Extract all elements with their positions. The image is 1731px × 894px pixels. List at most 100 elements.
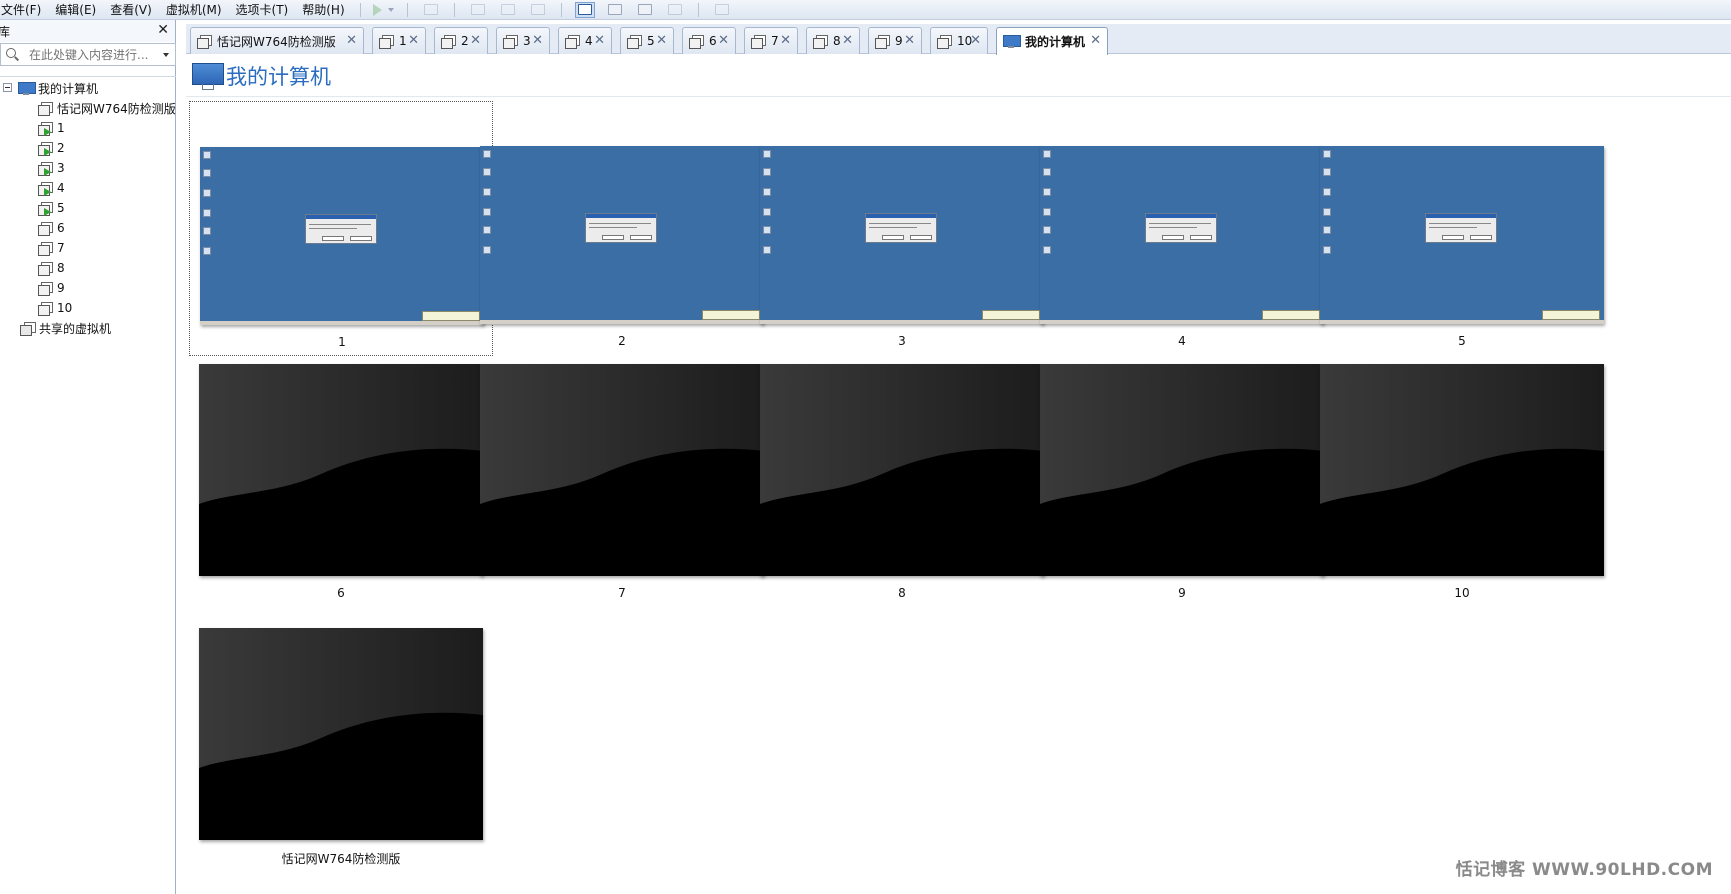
tab-label: 8 (833, 34, 841, 48)
vm-thumbnail[interactable]: 6 (189, 364, 493, 619)
computer-icon (1003, 35, 1021, 48)
vm-powered-off-preview (760, 364, 1044, 576)
desktop-icon (1043, 246, 1051, 254)
vm-powered-off-preview (199, 628, 483, 840)
snapshot-manager-button[interactable] (528, 2, 548, 18)
close-icon[interactable]: ✕ (780, 33, 791, 48)
menu-file[interactable]: 文件(F) (0, 3, 48, 17)
tree-item-vm[interactable]: 3 (0, 158, 176, 178)
close-icon[interactable]: ✕ (970, 33, 981, 48)
tree-item-vm[interactable]: 10 (0, 298, 176, 318)
tree-item-label: 2 (57, 141, 65, 155)
vm-thumbnail-label: 6 (337, 586, 345, 600)
show-library-button[interactable] (574, 1, 595, 18)
search-input[interactable] (29, 47, 157, 62)
toolbar-separator (406, 2, 408, 17)
vm-thumbnail[interactable]: 1 (189, 101, 493, 356)
vm-thumbnail-label: 3 (898, 334, 906, 348)
vm-thumbnail[interactable]: 5 (1310, 101, 1614, 356)
close-icon[interactable]: ✕ (842, 33, 853, 48)
close-icon[interactable]: ✕ (532, 33, 543, 48)
close-icon[interactable]: ✕ (157, 22, 169, 38)
tree-item-vm[interactable]: 6 (0, 218, 176, 238)
vm-thumbnail[interactable]: 3 (750, 101, 1054, 356)
vm-thumbnail[interactable]: 9 (1030, 364, 1334, 619)
vm-thumbnail-label: 10 (1454, 586, 1470, 600)
fullscreen-icon (637, 4, 652, 15)
powered-off-background (199, 628, 483, 768)
close-icon[interactable]: ✕ (346, 33, 357, 48)
revert-snapshot-button[interactable] (498, 2, 518, 18)
unity-button[interactable] (665, 2, 685, 18)
vm-thumbnail[interactable]: 4 (1030, 101, 1334, 356)
tree-item-shared-vms[interactable]: 共享的虚拟机 (0, 318, 176, 338)
tree-item-vm[interactable]: 2 (0, 138, 176, 158)
close-icon[interactable]: ✕ (470, 33, 481, 48)
console-view-button[interactable] (712, 2, 732, 18)
snapshot-button[interactable] (468, 2, 488, 18)
vm-thumbnail[interactable]: 10 (1310, 364, 1614, 619)
tab-vm[interactable]: 5 ✕ (620, 27, 674, 54)
chevron-down-icon[interactable] (163, 52, 169, 57)
menu-help[interactable]: 帮助(H) (295, 3, 351, 17)
library-view-icon (577, 4, 592, 15)
vm-thumbnail-label: 2 (618, 334, 626, 348)
tree-item-vm[interactable]: 5 (0, 198, 176, 218)
tab-vm[interactable]: 3 ✕ (496, 27, 550, 54)
tree-item-vm[interactable]: 8 (0, 258, 176, 278)
close-icon[interactable]: ✕ (1090, 33, 1101, 48)
tab-vm[interactable]: 9 ✕ (868, 27, 922, 54)
library-search[interactable] (0, 43, 176, 66)
vm-screen-preview (480, 146, 764, 324)
tab-vm[interactable]: 10 ✕ (930, 27, 988, 54)
close-icon[interactable]: ✕ (718, 33, 729, 48)
shared-vm-icon (20, 321, 36, 336)
vm-powered-off-preview (480, 364, 764, 576)
tree-item-vm[interactable]: 7 (0, 238, 176, 258)
tab-vm[interactable]: 6 ✕ (682, 27, 736, 54)
tree-item-vm[interactable]: 9 (0, 278, 176, 298)
menu-tabs[interactable]: 选项卡(T) (229, 3, 296, 17)
vm-thumbnail[interactable]: 7 (470, 364, 774, 619)
send-ctrl-alt-del-button[interactable] (421, 2, 441, 18)
menu-view[interactable]: 查看(V) (103, 3, 159, 17)
tab-vm[interactable]: 恬记网W764防检测版 ✕ (190, 27, 364, 54)
tree-item-vm[interactable]: 恬记网W764防检测版 (0, 98, 176, 118)
tab-vm[interactable]: 4 ✕ (558, 27, 612, 54)
tree-item-vm[interactable]: 1 (0, 118, 176, 138)
dialog-window (1145, 213, 1217, 243)
desktop-icon (483, 168, 491, 176)
close-icon[interactable]: ✕ (408, 33, 419, 48)
tab-vm[interactable]: 2 ✕ (434, 27, 488, 54)
close-icon[interactable]: ✕ (594, 33, 605, 48)
vm-powered-off-preview (1320, 364, 1604, 576)
tab-label: 6 (709, 34, 717, 48)
tree-item-label: 4 (57, 181, 65, 195)
vm-thumbnail[interactable]: 恬记网W764防检测版 (189, 628, 493, 883)
collapse-icon[interactable] (3, 83, 12, 92)
menu-vm[interactable]: 虚拟机(M) (159, 3, 229, 17)
watermark: 恬记博客 WWW.90LHD.COM (1455, 860, 1713, 880)
tab-vm[interactable]: 8 ✕ (806, 27, 860, 54)
tab-label: 4 (585, 34, 593, 48)
tab-vm[interactable]: 1 ✕ (372, 27, 426, 54)
tab-my-computer[interactable]: 我的计算机 ✕ (996, 27, 1108, 55)
toolbar-separator (453, 2, 455, 17)
desktop-icon (483, 246, 491, 254)
unity-icon (667, 4, 682, 15)
vm-thumbnail[interactable]: 8 (750, 364, 1054, 619)
menu-edit[interactable]: 编辑(E) (48, 3, 103, 17)
tree-item-vm[interactable]: 4 (0, 178, 176, 198)
vm-thumbnail[interactable]: 2 (470, 101, 774, 356)
thumbnail-bar-button[interactable] (605, 2, 625, 18)
tree-item-my-computer[interactable]: 我的计算机 (0, 78, 176, 98)
vm-screen-preview (760, 146, 1044, 324)
vm-icon (379, 34, 394, 49)
close-icon[interactable]: ✕ (904, 33, 915, 48)
tab-vm[interactable]: 7 ✕ (744, 27, 798, 54)
full-screen-button[interactable] (635, 2, 655, 18)
taskbar (760, 320, 1044, 324)
power-on-button[interactable] (373, 2, 395, 18)
close-icon[interactable]: ✕ (656, 33, 667, 48)
desktop-icon (1323, 246, 1331, 254)
